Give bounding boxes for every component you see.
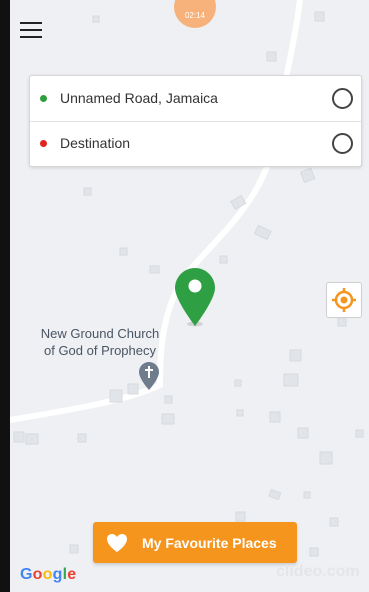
google-logo: Google <box>20 566 77 583</box>
heart-icon <box>107 534 127 552</box>
poi-label-line1: New Ground Church <box>40 326 160 341</box>
origin-dot-icon <box>40 95 47 102</box>
destination-row[interactable]: Destination <box>30 121 361 166</box>
favourite-places-button[interactable]: My Favourite Places <box>93 522 297 563</box>
origin-radio[interactable] <box>332 88 353 109</box>
poi-label-line2: of God of Prophecy <box>43 343 156 358</box>
origin-row[interactable]: Unnamed Road, Jamaica <box>30 76 361 122</box>
location-pin-icon[interactable] <box>174 268 216 333</box>
origin-label: Unnamed Road, Jamaica <box>60 90 218 106</box>
poi-label[interactable]: New Ground Church of God of Prophecy <box>30 325 170 359</box>
route-card: Unnamed Road, Jamaica Destination <box>29 75 362 167</box>
destination-dot-icon <box>40 140 47 147</box>
church-pin-icon[interactable] <box>139 362 159 395</box>
locate-me-button[interactable] <box>326 282 362 318</box>
destination-label: Destination <box>60 135 131 151</box>
watermark: clideo.com <box>276 563 360 580</box>
favourite-places-label: My Favourite Places <box>142 535 277 551</box>
hamburger-menu-icon[interactable] <box>20 22 42 40</box>
left-edge-bar <box>0 0 10 592</box>
destination-radio[interactable] <box>332 133 353 154</box>
crosshair-icon <box>332 288 356 312</box>
